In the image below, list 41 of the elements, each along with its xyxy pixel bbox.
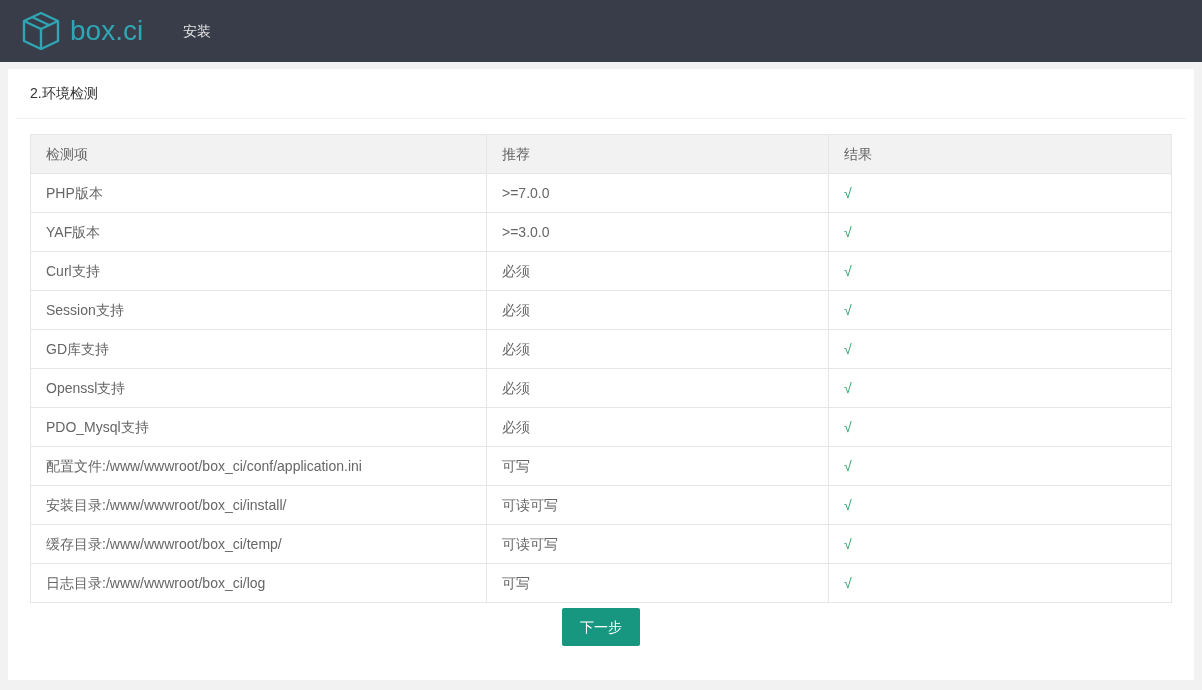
column-header: 结果 <box>828 134 1172 174</box>
column-header: 推荐 <box>486 134 829 174</box>
table-cell: >=3.0.0 <box>486 212 829 252</box>
table-cell: 必须 <box>486 290 829 330</box>
section-title: 2.环境检测 <box>30 84 98 103</box>
table-cell: Session支持 <box>30 290 487 330</box>
result-cell: √ <box>828 251 1172 291</box>
table-cell: YAF版本 <box>30 212 487 252</box>
result-cell: √ <box>828 485 1172 525</box>
result-cell: √ <box>828 212 1172 252</box>
result-cell: √ <box>828 173 1172 213</box>
next-step-button[interactable]: 下一步 <box>562 608 640 646</box>
table-cell: 可写 <box>486 446 829 486</box>
cube-logo-icon <box>22 11 60 51</box>
result-cell: √ <box>828 368 1172 408</box>
nav-link[interactable]: 安装 <box>183 20 212 42</box>
table-cell: GD库支持 <box>30 329 487 369</box>
table-cell: 缓存目录:/www/wwwroot/box_ci/temp/ <box>30 524 487 564</box>
table-cell: 可读可写 <box>486 485 829 525</box>
result-cell: √ <box>828 290 1172 330</box>
table-cell: PHP版本 <box>30 173 487 213</box>
table-cell: Openssl支持 <box>30 368 487 408</box>
result-cell: √ <box>828 524 1172 564</box>
result-cell: √ <box>828 329 1172 369</box>
table-cell: Curl支持 <box>30 251 487 291</box>
table-cell: 日志目录:/www/wwwroot/box_ci/log <box>30 563 487 603</box>
table-cell: PDO_Mysql支持 <box>30 407 487 447</box>
result-cell: √ <box>828 446 1172 486</box>
table-cell: 必须 <box>486 368 829 408</box>
table-cell: 可写 <box>486 563 829 603</box>
logo-text: box.ci <box>70 17 144 45</box>
table-cell: >=7.0.0 <box>486 173 829 213</box>
table-cell: 必须 <box>486 407 829 447</box>
table-cell: 安装目录:/www/wwwroot/box_ci/install/ <box>30 485 487 525</box>
table-cell: 必须 <box>486 329 829 369</box>
result-cell: √ <box>828 407 1172 447</box>
result-cell: √ <box>828 563 1172 603</box>
column-header: 检测项 <box>30 134 487 174</box>
table-cell: 必须 <box>486 251 829 291</box>
table-cell: 配置文件:/www/wwwroot/box_ci/conf/application.ini <box>30 446 487 486</box>
table-cell: 可读可写 <box>486 524 829 564</box>
